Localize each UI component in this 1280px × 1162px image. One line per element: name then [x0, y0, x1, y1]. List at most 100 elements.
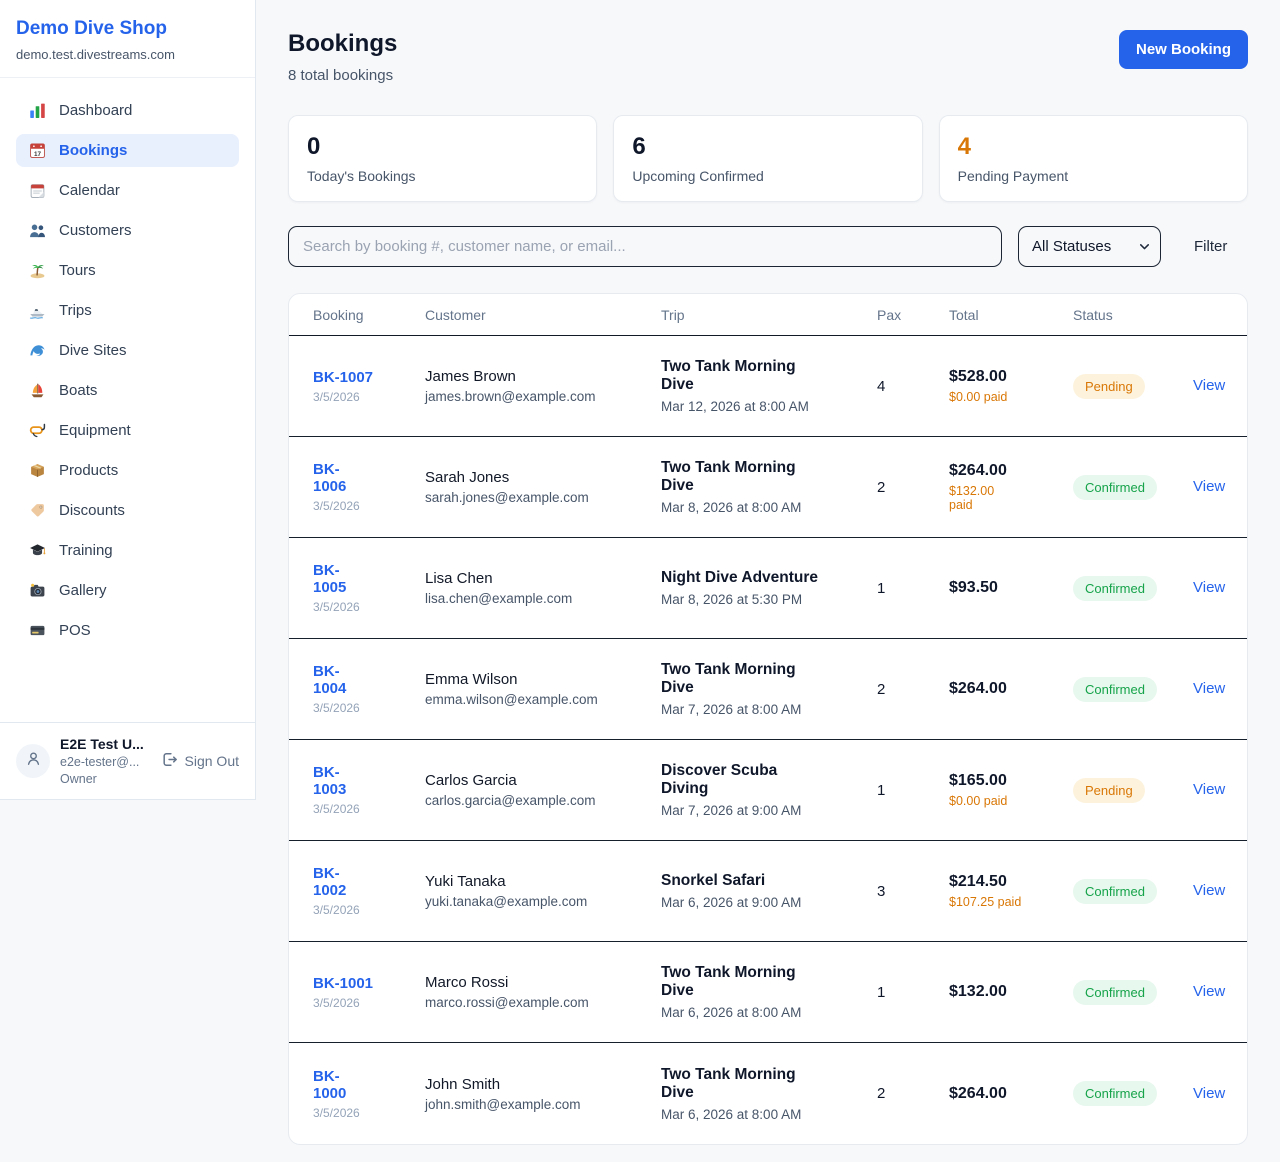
trip-cell: Night Dive AdventureMar 8, 2026 at 5:30 … — [661, 569, 877, 607]
total-paid-amount: $132.00 paid — [949, 484, 1073, 512]
booking-number-link[interactable]: BK- 1003 — [313, 764, 346, 798]
total-amount: $528.00 — [949, 368, 1073, 386]
customer-cell: Sarah Jonessarah.jones@example.com — [425, 469, 661, 505]
total-cell: $264.00 $132.00 paid — [949, 462, 1073, 512]
trip-datetime: Mar 8, 2026 at 5:30 PM — [661, 592, 877, 607]
booking-number-link[interactable]: BK- 1004 — [313, 663, 346, 697]
sidebar-item-pos[interactable]: POS — [16, 614, 239, 647]
view-link[interactable]: View — [1193, 983, 1225, 1000]
booking-date: 3/5/2026 — [313, 499, 425, 513]
pax-cell: 4 — [877, 378, 949, 395]
trip-name: Two Tank Morning Dive — [661, 1066, 877, 1102]
booking-number-link[interactable]: BK-1007 — [313, 369, 373, 386]
view-link[interactable]: View — [1193, 1085, 1225, 1102]
customer-cell: Marco Rossimarco.rossi@example.com — [425, 974, 661, 1010]
speedboat-icon — [28, 302, 46, 319]
sign-out-button[interactable]: Sign Out — [161, 751, 239, 771]
booking-number-link[interactable]: BK- 1006 — [313, 461, 346, 495]
view-link[interactable]: View — [1193, 680, 1225, 697]
total-cell: $132.00 — [949, 983, 1073, 1001]
sidebar-item-calendar[interactable]: Calendar — [16, 174, 239, 207]
status-cell: Confirmed — [1073, 677, 1193, 702]
view-link[interactable]: View — [1193, 882, 1225, 899]
customer-cell: Emma Wilson emma.wilson@example.com — [425, 671, 661, 707]
view-link[interactable]: View — [1193, 377, 1225, 394]
sidebar-item-label: Tours — [59, 262, 96, 279]
search-input[interactable] — [288, 226, 1002, 267]
filter-row: All Statuses Filter — [288, 226, 1248, 267]
sidebar-item-label: Products — [59, 462, 118, 479]
view-link[interactable]: View — [1193, 781, 1225, 798]
main-content: Bookings 8 total bookings New Booking 0T… — [256, 0, 1280, 1145]
trip-datetime: Mar 6, 2026 at 8:00 AM — [661, 1107, 877, 1122]
booking-cell: BK- 10023/5/2026 — [313, 865, 425, 917]
sidebar-item-discounts[interactable]: Discounts — [16, 494, 239, 527]
booking-number-link[interactable]: BK-1001 — [313, 975, 373, 992]
booking-cell: BK- 10033/5/2026 — [313, 764, 425, 816]
pax-cell: 3 — [877, 883, 949, 900]
table-header-row: BookingCustomerTripPaxTotalStatus — [289, 294, 1247, 336]
customer-cell: John Smithjohn.smith@example.com — [425, 1076, 661, 1112]
status-cell: Pending — [1073, 778, 1193, 803]
total-paid-amount: $0.00 paid — [949, 794, 1073, 808]
status-cell: Confirmed — [1073, 879, 1193, 904]
stat-value: 4 — [958, 133, 1229, 161]
booking-number-link[interactable]: BK- 1000 — [313, 1068, 346, 1102]
stats-row: 0Today's Bookings6Upcoming Confirmed4Pen… — [288, 115, 1248, 202]
status-cell: Confirmed — [1073, 475, 1193, 500]
customer-name: Lisa Chen — [425, 570, 661, 587]
sidebar-item-label: Discounts — [59, 502, 125, 519]
sidebar-item-label: Calendar — [59, 182, 120, 199]
view-cell: View — [1193, 377, 1225, 395]
sidebar-item-customers[interactable]: Customers — [16, 214, 239, 247]
credit-card-icon — [28, 622, 46, 639]
sidebar-item-training[interactable]: Training — [16, 534, 239, 567]
page-subtitle: 8 total bookings — [288, 67, 397, 84]
sidebar-item-products[interactable]: Products — [16, 454, 239, 487]
customer-cell: Carlos Garciacarlos.garcia@example.com — [425, 772, 661, 808]
sidebar-item-bookings[interactable]: 17Bookings — [16, 134, 239, 167]
filter-button[interactable]: Filter — [1194, 238, 1227, 255]
customer-email: lisa.chen@example.com — [425, 591, 661, 606]
view-cell: View — [1193, 478, 1225, 496]
trip-datetime: Mar 7, 2026 at 8:00 AM — [661, 702, 877, 717]
customer-name: John Smith — [425, 1076, 661, 1093]
pax-cell: 1 — [877, 580, 949, 597]
trip-name: Two Tank Morning Dive — [661, 661, 877, 697]
sidebar-item-equipment[interactable]: Equipment — [16, 414, 239, 447]
total-cell: $165.00$0.00 paid — [949, 772, 1073, 808]
table-row: BK- 10043/5/2026Emma Wilsonemma.wilson@e… — [289, 639, 1247, 740]
pax-cell: 2 — [877, 681, 949, 698]
booking-number-link[interactable]: BK- 1002 — [313, 865, 346, 899]
trip-name: Snorkel Safari — [661, 872, 877, 890]
total-paid-amount: $107.25 paid — [949, 895, 1073, 909]
main-header: Bookings 8 total bookings New Booking — [288, 30, 1248, 84]
sidebar-item-boats[interactable]: Boats — [16, 374, 239, 407]
pax-cell: 2 — [877, 1085, 949, 1102]
pax-cell: 1 — [877, 984, 949, 1001]
customer-email: emma.wilson@example.com — [425, 692, 661, 707]
new-booking-button[interactable]: New Booking — [1119, 30, 1248, 69]
view-link[interactable]: View — [1193, 478, 1225, 495]
status-cell: Confirmed — [1073, 980, 1193, 1005]
page-title: Bookings — [288, 30, 397, 58]
booking-number-link[interactable]: BK- 1005 — [313, 562, 346, 596]
view-link[interactable]: View — [1193, 579, 1225, 596]
sidebar-item-gallery[interactable]: Gallery — [16, 574, 239, 607]
total-amount: $264.00 — [949, 462, 1073, 480]
customer-email: yuki.tanaka@example.com — [425, 894, 661, 909]
table-row: BK- 10033/5/2026Carlos Garciacarlos.garc… — [289, 740, 1247, 841]
status-select[interactable]: All Statuses — [1018, 226, 1161, 267]
sidebar-item-dive-sites[interactable]: Dive Sites — [16, 334, 239, 367]
status-badge: Confirmed — [1073, 879, 1157, 904]
sidebar-item-tours[interactable]: Tours — [16, 254, 239, 287]
sidebar-item-trips[interactable]: Trips — [16, 294, 239, 327]
sidebar-item-dashboard[interactable]: Dashboard — [16, 94, 239, 127]
customer-name: Emma Wilson — [425, 671, 661, 688]
pax-cell: 2 — [877, 479, 949, 496]
trip-cell: Two Tank Morning Dive Mar 7, 2026 at 8:00… — [661, 661, 877, 717]
sidebar-item-label: Equipment — [59, 422, 131, 439]
app-root: Demo Dive Shop demo.test.divestreams.com… — [0, 0, 1280, 1162]
trip-cell: Two Tank Morning DiveMar 6, 2026 at 8:00… — [661, 964, 877, 1020]
view-cell: View — [1193, 781, 1225, 799]
